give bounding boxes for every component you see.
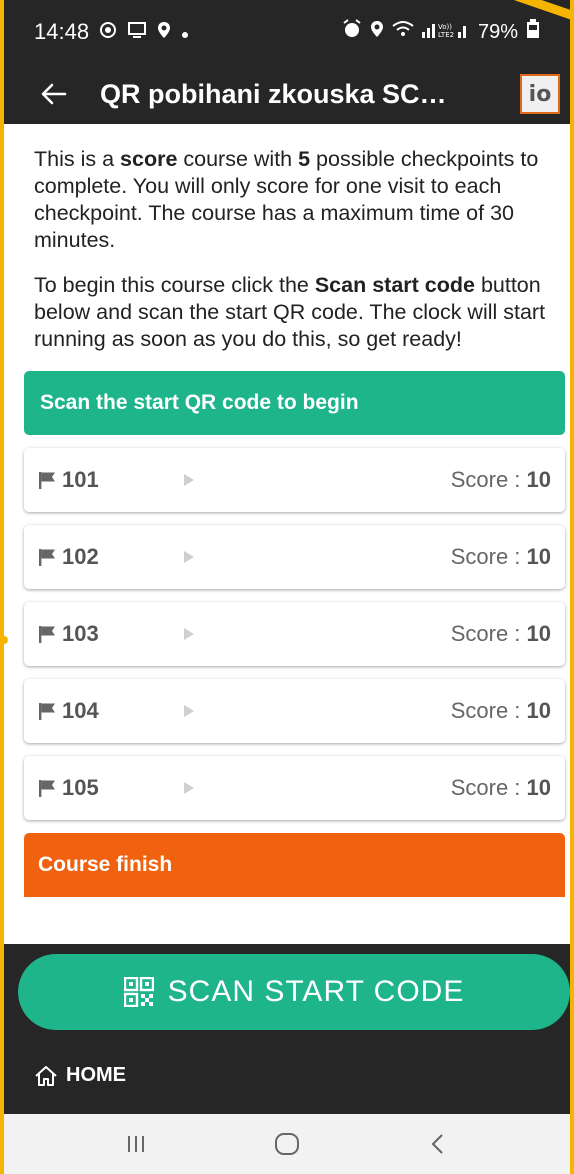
score-value: 10 [526,775,551,800]
score-value: 10 [526,467,551,492]
app-logo: io [520,74,560,114]
score-value: 10 [526,698,551,723]
score-label: Score : [450,698,527,723]
checkpoint-score: Score : 10 [451,698,551,724]
home-link[interactable]: HOME [34,1064,126,1087]
score-value: 10 [526,621,551,646]
course-description: This is a score course with 5 possible c… [34,146,554,254]
course-content: This is a score course with 5 possible c… [0,124,574,944]
wifi-icon [392,20,414,44]
home-label: HOME [66,1064,126,1086]
emphasis-text: 5 [298,147,311,171]
checkpoint-code: 104 [62,698,99,723]
status-time: 14:48 [34,19,90,44]
flag-icon [38,546,60,568]
battery-level: 79% [477,20,518,43]
checkpoint-list: 101 Score : 10 102 Score : 10 103 Score : 10 1… [24,448,565,820]
app-screen: 14:48 Vo)) LTE2 79% QR pobihani zkouska … [0,0,574,1174]
screen-cast-icon [127,19,147,45]
score-value: 10 [526,544,551,569]
home-nav-button[interactable] [267,1124,307,1164]
scan-start-code-button[interactable]: SCAN START CODE [18,954,570,1030]
checkpoint-score: Score : 10 [451,467,551,493]
course-finish-banner: Course finish [24,833,565,897]
back-nav-button[interactable] [418,1124,458,1164]
alarm-icon [342,19,362,45]
flag-icon [38,469,60,491]
start-code-banner-label: Scan the start QR code to begin [40,391,359,414]
text-segment: course with [177,147,299,171]
play-icon [182,626,198,642]
scan-start-code-label: SCAN START CODE [167,975,465,1008]
play-icon [182,703,198,719]
svg-text:Vo)): Vo)) [438,23,452,31]
flag-icon [38,777,60,799]
checkpoint-code: 101 [62,467,99,492]
checkpoint-score: Score : 10 [451,544,551,570]
battery-icon [526,19,540,45]
recent-apps-button[interactable] [116,1124,156,1164]
checkpoint-score: Score : 10 [451,621,551,647]
system-navigation-bar [0,1114,574,1174]
bottom-action-panel: SCAN START CODE HOME [0,944,574,1114]
flag-icon [38,700,60,722]
location-icon [99,19,117,45]
checkpoint-card[interactable]: 101 Score : 10 [24,448,565,512]
play-icon [182,472,198,488]
back-button[interactable] [34,74,74,114]
status-bar: 14:48 Vo)) LTE2 79% [0,0,574,64]
course-finish-label: Course finish [38,853,173,876]
signal-icon: Vo)) LTE2 [421,20,470,44]
checkpoint-card[interactable]: 104 Score : 10 [24,679,565,743]
checkpoint-code: 102 [62,544,99,569]
home-nav-icon [274,1133,299,1155]
qr-code-icon [123,977,154,1007]
location-status-icon [370,20,384,44]
score-label: Score : [450,621,527,646]
svg-text:LTE2: LTE2 [438,31,454,38]
checkpoint-card[interactable]: 105 Score : 10 [24,756,565,820]
gps-pin-icon [157,19,171,45]
score-label: Score : [450,544,527,569]
score-label: Score : [450,467,527,492]
checkpoint-code: 105 [62,775,99,800]
checkpoint-card[interactable]: 102 Score : 10 [24,525,565,589]
emphasis-text: score [120,147,178,171]
text-segment: To begin this course click the [34,273,315,297]
chevron-left-icon [431,1134,444,1154]
play-icon [182,780,198,796]
course-instructions: To begin this course click the Scan star… [34,272,554,353]
start-code-banner: Scan the start QR code to begin [24,371,565,435]
emphasis-text: Scan start code [314,273,475,297]
arrow-left-icon [41,83,67,105]
play-icon [182,549,198,565]
recent-apps-icon [127,1136,144,1152]
app-toolbar: QR pobihani zkouska SC… io [0,64,574,124]
checkpoint-card[interactable]: 103 Score : 10 [24,602,565,666]
checkpoint-score: Score : 10 [451,775,551,801]
notification-dot-icon [181,19,189,45]
flag-icon [38,623,60,645]
home-icon [35,1065,57,1086]
text-segment: This is a [34,147,121,171]
checkpoint-code: 103 [62,621,99,646]
page-title: QR pobihani zkouska SC… [100,78,447,109]
annotation-marker [0,636,8,644]
score-label: Score : [450,775,527,800]
